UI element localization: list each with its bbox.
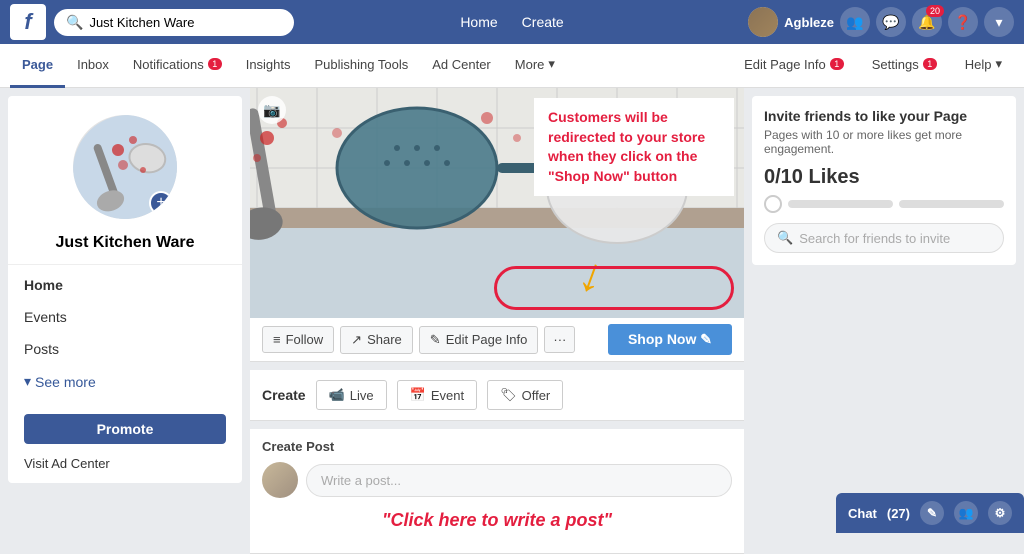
create-bar: Create 📹 Live 📅 Event 🏷 Offer bbox=[250, 370, 744, 421]
chevron-down-icon: ▾ bbox=[24, 373, 31, 390]
offer-icon: 🏷 bbox=[500, 387, 517, 403]
create-post-label: Create Post bbox=[262, 439, 732, 454]
share-icon: ↗ bbox=[351, 332, 362, 348]
pencil-icon: ✎ bbox=[430, 332, 441, 348]
notification-badge: 20 bbox=[926, 5, 944, 17]
sidebar-item-posts[interactable]: Posts bbox=[8, 333, 242, 365]
nav-ad-center[interactable]: Ad Center bbox=[420, 44, 503, 88]
username-label: Agbleze bbox=[784, 15, 834, 30]
nav-page[interactable]: Page bbox=[10, 44, 65, 88]
profile-card: + Just Kitchen Ware Home Events Posts ▾ … bbox=[8, 96, 242, 483]
top-bar-center: Home Create bbox=[345, 8, 680, 36]
shop-now-button[interactable]: Shop Now ✎ bbox=[608, 324, 732, 355]
search-input[interactable] bbox=[89, 15, 282, 30]
visit-ad-center-link[interactable]: Visit Ad Center bbox=[8, 448, 242, 483]
share-button[interactable]: ↗ Share bbox=[340, 326, 413, 354]
chat-bar[interactable]: Chat (27) ✎ 👥 ⚙ bbox=[836, 493, 1024, 533]
add-photo-button[interactable]: + bbox=[149, 191, 173, 215]
chat-friends-icon[interactable]: 👥 bbox=[954, 501, 978, 525]
camera-icon[interactable]: 📷 bbox=[258, 96, 286, 124]
more-options-button[interactable]: ··· bbox=[544, 326, 575, 353]
chat-settings-icon[interactable]: ⚙ bbox=[988, 501, 1012, 525]
nav-home[interactable]: Home bbox=[450, 8, 507, 36]
page-action-bar: ≡ Follow ↗ Share ✎ Edit Page Info ··· Sh… bbox=[250, 318, 744, 362]
top-bar: f 🔍 Home Create Agbleze 👥 💬 🔔 20 ❓ ▾ bbox=[0, 0, 1024, 44]
create-label: Create bbox=[262, 387, 306, 403]
sidebar-menu: Home Events Posts ▾ See more bbox=[8, 264, 242, 402]
avatar bbox=[748, 7, 778, 37]
search-icon: 🔍 bbox=[777, 230, 793, 246]
profile-avatar: + bbox=[70, 112, 180, 222]
invite-subtitle: Pages with 10 or more likes get more eng… bbox=[764, 128, 1004, 156]
nav-help[interactable]: Help ▾ bbox=[953, 44, 1014, 88]
event-button[interactable]: 📅 Event bbox=[397, 380, 477, 410]
post-author-avatar bbox=[262, 462, 298, 498]
nav-right: Edit Page Info 1 Settings 1 Help ▾ bbox=[732, 44, 1014, 88]
facebook-logo: f bbox=[10, 4, 46, 40]
nav-more[interactable]: More ▾ bbox=[503, 44, 567, 88]
nav-settings[interactable]: Settings 1 bbox=[860, 44, 949, 88]
live-button[interactable]: 📹 Live bbox=[316, 380, 387, 410]
callout-box: Customers will be redirected to your sto… bbox=[534, 98, 734, 196]
live-icon: 📹 bbox=[329, 387, 345, 403]
right-sidebar: Invite friends to like your Page Pages w… bbox=[744, 88, 1024, 554]
chat-compose-icon[interactable]: ✎ bbox=[920, 501, 944, 525]
offer-button[interactable]: 🏷 Offer bbox=[487, 380, 563, 410]
nav-notifications[interactable]: Notifications 1 bbox=[121, 44, 234, 88]
create-post-section: Create Post Write a post... "Click here … bbox=[250, 429, 744, 554]
likes-bar bbox=[764, 195, 1004, 213]
edit-page-info-button[interactable]: ✎ Edit Page Info bbox=[419, 326, 539, 354]
invite-title: Invite friends to like your Page bbox=[764, 108, 1004, 124]
chat-count: (27) bbox=[887, 506, 910, 521]
likes-progress-line-2 bbox=[899, 200, 1004, 208]
profile-avatar-wrap: + bbox=[8, 96, 242, 230]
edit-page-badge: 1 bbox=[830, 58, 844, 70]
page-nav: Page Inbox Notifications 1 Insights Publ… bbox=[0, 44, 1024, 88]
page-name: Just Kitchen Ware bbox=[8, 230, 242, 264]
cover-section: 📷 Customers will be redirected to your s… bbox=[250, 88, 744, 318]
nav-inbox[interactable]: Inbox bbox=[65, 44, 121, 88]
messenger-icon-btn[interactable]: 💬 bbox=[876, 7, 906, 37]
search-bar[interactable]: 🔍 bbox=[54, 9, 294, 36]
nav-publishing-tools[interactable]: Publishing Tools bbox=[303, 44, 421, 88]
likes-count: 0/10 Likes bbox=[764, 166, 1004, 189]
search-friends-input[interactable]: 🔍 Search for friends to invite bbox=[764, 223, 1004, 253]
cover-photo: 📷 Customers will be redirected to your s… bbox=[250, 88, 744, 318]
friends-icon-btn[interactable]: 👥 bbox=[840, 7, 870, 37]
search-icon: 🔍 bbox=[66, 14, 83, 31]
sidebar-item-see-more[interactable]: ▾ See more bbox=[8, 365, 242, 398]
follow-icon: ≡ bbox=[273, 332, 281, 347]
post-input[interactable]: Write a post... bbox=[306, 464, 732, 497]
likes-progress-line bbox=[788, 200, 893, 208]
chat-label: Chat bbox=[848, 506, 877, 521]
settings-badge: 1 bbox=[923, 58, 937, 70]
shop-now-circle-highlight bbox=[494, 266, 734, 310]
sidebar-item-events[interactable]: Events bbox=[8, 301, 242, 333]
help-icon-btn[interactable]: ❓ bbox=[948, 7, 978, 37]
top-bar-right: Agbleze 👥 💬 🔔 20 ❓ ▾ bbox=[679, 7, 1014, 37]
center-content: 📷 Customers will be redirected to your s… bbox=[250, 88, 744, 554]
promote-button[interactable]: Promote bbox=[24, 414, 226, 444]
top-bar-left: f 🔍 bbox=[10, 4, 345, 40]
write-post-hint: "Click here to write a post" bbox=[262, 498, 732, 543]
create-post-inner: Write a post... bbox=[262, 462, 732, 498]
left-sidebar: + Just Kitchen Ware Home Events Posts ▾ … bbox=[0, 88, 250, 554]
invite-friends-card: Invite friends to like your Page Pages w… bbox=[752, 96, 1016, 265]
nav-insights[interactable]: Insights bbox=[234, 44, 303, 88]
nav-edit-page-info[interactable]: Edit Page Info 1 bbox=[732, 44, 856, 88]
main-layout: + Just Kitchen Ware Home Events Posts ▾ … bbox=[0, 88, 1024, 554]
notifications-nav-badge: 1 bbox=[208, 58, 222, 70]
follow-button[interactable]: ≡ Follow bbox=[262, 326, 334, 353]
calendar-icon: 📅 bbox=[410, 387, 426, 403]
nav-create[interactable]: Create bbox=[512, 8, 574, 36]
chevron-down-icon[interactable]: ▾ bbox=[984, 7, 1014, 37]
likes-dot bbox=[764, 195, 782, 213]
notifications-icon-btn[interactable]: 🔔 20 bbox=[912, 7, 942, 37]
sidebar-item-home[interactable]: Home bbox=[8, 269, 242, 301]
